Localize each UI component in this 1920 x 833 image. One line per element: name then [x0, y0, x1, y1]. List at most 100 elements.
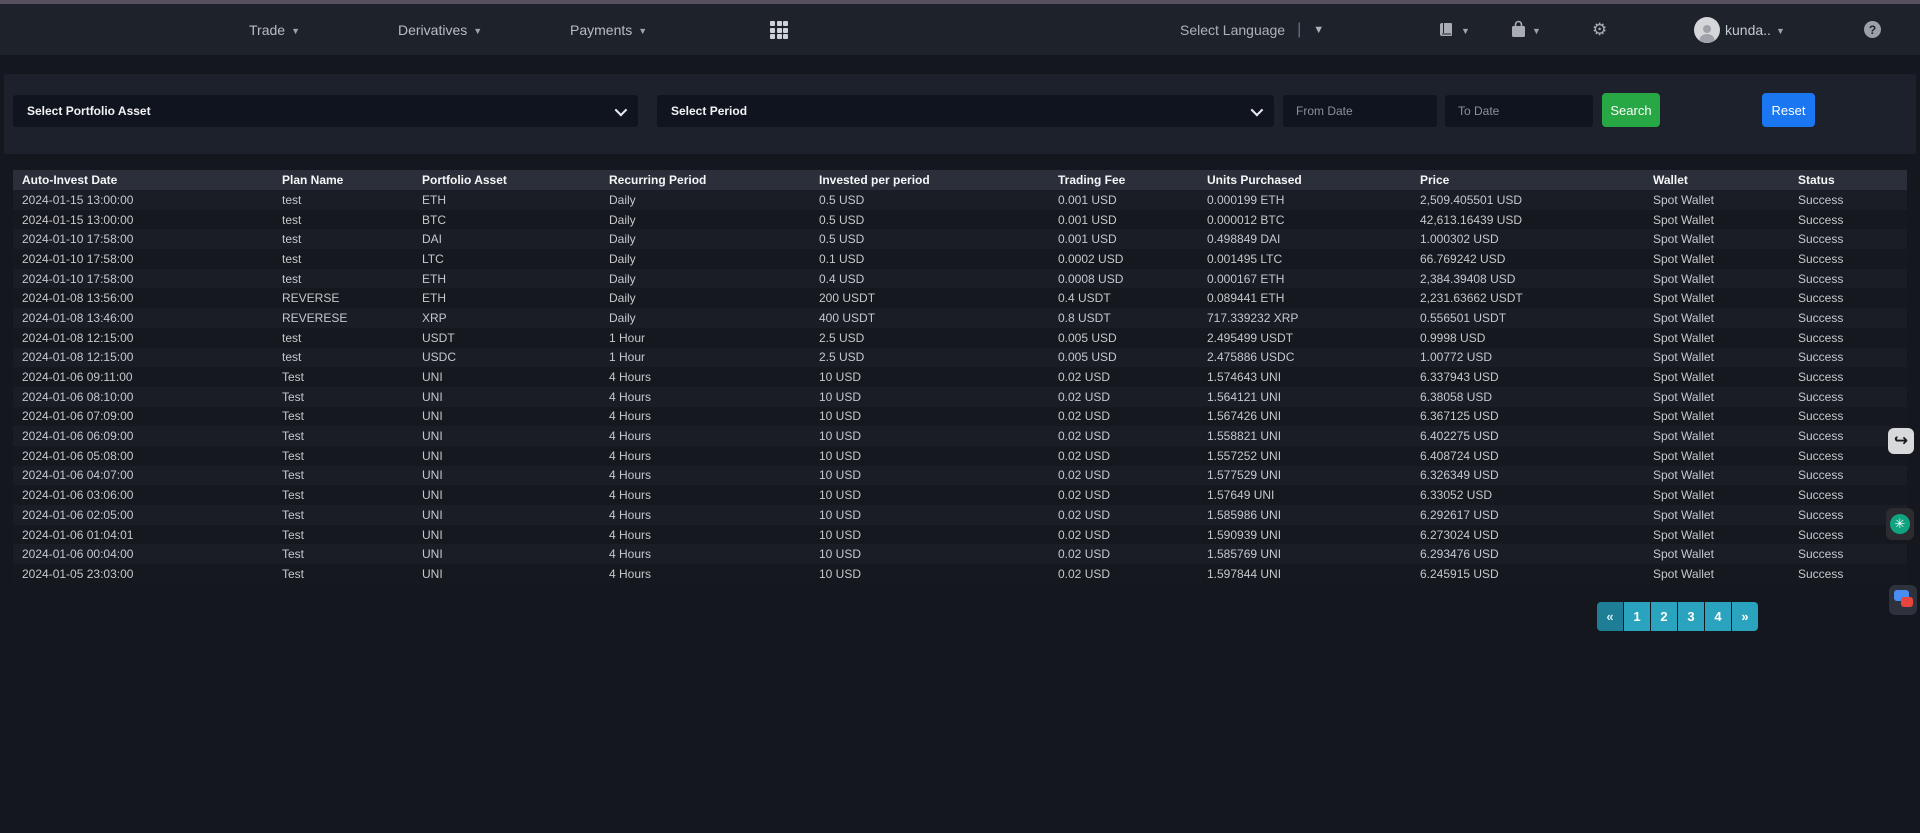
- table-cell: 2.5 USD: [810, 331, 1049, 345]
- table-row: 2024-01-06 08:10:00TestUNI4 Hours10 USD0…: [13, 387, 1907, 407]
- settings-button[interactable]: ⚙: [1592, 4, 1607, 55]
- table-cell: 2,509.405501 USD: [1411, 193, 1644, 207]
- table-cell: 42,613.16439 USD: [1411, 213, 1644, 227]
- table-row: 2024-01-06 05:08:00TestUNI4 Hours10 USD0…: [13, 446, 1907, 466]
- table-cell: 0.5 USD: [810, 193, 1049, 207]
- chevron-down-icon: ▼: [1532, 26, 1541, 36]
- table-cell: 6.337943 USD: [1411, 370, 1644, 384]
- pagination-next-button[interactable]: »: [1732, 602, 1758, 631]
- nav-item-payments[interactable]: Payments ▼: [570, 4, 647, 55]
- from-date-input[interactable]: [1283, 95, 1437, 127]
- pagination-page-2[interactable]: 2: [1651, 602, 1677, 631]
- shopping-bag-icon: [1510, 20, 1527, 39]
- chat-bubbles-icon[interactable]: [1889, 585, 1917, 615]
- table-cell: 0.001 USD: [1049, 213, 1198, 227]
- table-cell: REVERSE: [273, 291, 413, 305]
- table-cell: 2024-01-05 23:03:00: [13, 567, 273, 581]
- table-cell: 4 Hours: [600, 528, 810, 542]
- chevron-down-icon: ▼: [473, 26, 482, 36]
- table-cell: Success: [1789, 350, 1907, 364]
- table-cell: Success: [1789, 488, 1907, 502]
- table-cell: 6.367125 USD: [1411, 409, 1644, 423]
- chevron-down-icon: ▼: [1776, 26, 1785, 36]
- table-cell: 0.498849 DAI: [1198, 232, 1411, 246]
- share-icon[interactable]: ↪: [1888, 428, 1914, 454]
- table-cell: UNI: [413, 488, 600, 502]
- reset-button[interactable]: Reset: [1762, 93, 1815, 127]
- table-cell: 0.0002 USD: [1049, 252, 1198, 266]
- pagination-page-4[interactable]: 4: [1705, 602, 1731, 631]
- table-cell: Daily: [600, 213, 810, 227]
- table-cell: 2024-01-06 04:07:00: [13, 468, 273, 482]
- table-cell: 200 USDT: [810, 291, 1049, 305]
- table-cell: 66.769242 USD: [1411, 252, 1644, 266]
- apps-grid-icon[interactable]: [770, 21, 790, 39]
- table-cell: Spot Wallet: [1644, 468, 1789, 482]
- table-cell: 1.585986 UNI: [1198, 508, 1411, 522]
- auto-invest-history-page: Trade ▼ Derivatives ▼ Payments ▼ Select …: [0, 0, 1920, 833]
- pagination: «1234»: [1597, 602, 1758, 631]
- table-cell: Spot Wallet: [1644, 488, 1789, 502]
- table-cell: 6.292617 USD: [1411, 508, 1644, 522]
- table-cell: Success: [1789, 252, 1907, 266]
- table-cell: 2024-01-08 12:15:00: [13, 350, 273, 364]
- table-cell: Spot Wallet: [1644, 449, 1789, 463]
- table-cell: 6.293476 USD: [1411, 547, 1644, 561]
- portfolio-asset-select[interactable]: Select Portfolio Asset: [13, 95, 638, 127]
- table-cell: 1.590939 UNI: [1198, 528, 1411, 542]
- table-cell: Success: [1789, 409, 1907, 423]
- table-cell: 2024-01-15 13:00:00: [13, 213, 273, 227]
- table-row: 2024-01-15 13:00:00testBTCDaily0.5 USD0.…: [13, 210, 1907, 230]
- table-cell: test: [273, 213, 413, 227]
- table-cell: 6.273024 USD: [1411, 528, 1644, 542]
- language-selector[interactable]: Select Language | ▼: [1180, 4, 1324, 55]
- book-menu[interactable]: ▼: [1438, 4, 1470, 55]
- table-row: 2024-01-08 13:46:00REVERESEXRPDaily400 U…: [13, 308, 1907, 328]
- table-cell: 2024-01-08 13:56:00: [13, 291, 273, 305]
- chatgpt-logo: ✳: [1890, 514, 1910, 534]
- table-cell: UNI: [413, 528, 600, 542]
- table-cell: LTC: [413, 252, 600, 266]
- table-cell: 0.556501 USDT: [1411, 311, 1644, 325]
- table-cell: UNI: [413, 547, 600, 561]
- chatgpt-icon[interactable]: ✳: [1886, 508, 1914, 540]
- table-cell: 0.005 USD: [1049, 350, 1198, 364]
- help-button[interactable]: ?: [1864, 4, 1881, 55]
- table-cell: 10 USD: [810, 409, 1049, 423]
- table-cell: 2024-01-06 05:08:00: [13, 449, 273, 463]
- to-date-input[interactable]: [1445, 95, 1593, 127]
- table-cell: ETH: [413, 291, 600, 305]
- orders-bag-menu[interactable]: ▼: [1510, 4, 1541, 55]
- table-cell: 0.02 USD: [1049, 409, 1198, 423]
- period-select[interactable]: Select Period: [657, 95, 1274, 127]
- nav-item-label: Payments: [570, 22, 632, 38]
- table-row: 2024-01-06 00:04:00TestUNI4 Hours10 USD0…: [13, 544, 1907, 564]
- nav-item-trade[interactable]: Trade ▼: [249, 4, 300, 55]
- pagination-page-1[interactable]: 1: [1624, 602, 1650, 631]
- pagination-page-3[interactable]: 3: [1678, 602, 1704, 631]
- search-button[interactable]: Search: [1602, 93, 1660, 127]
- table-cell: Success: [1789, 291, 1907, 305]
- table-cell: Spot Wallet: [1644, 528, 1789, 542]
- table-cell: Success: [1789, 232, 1907, 246]
- language-dropdown-icon: ▼: [1313, 24, 1324, 36]
- table-cell: REVERESE: [273, 311, 413, 325]
- table-cell: Spot Wallet: [1644, 311, 1789, 325]
- pagination-prev-button[interactable]: «: [1597, 602, 1623, 631]
- table-cell: ETH: [413, 272, 600, 286]
- table-cell: 1.00772 USD: [1411, 350, 1644, 364]
- book-icon: [1438, 21, 1456, 39]
- column-header: Invested per period: [810, 173, 1049, 187]
- table-cell: 2024-01-08 12:15:00: [13, 331, 273, 345]
- account-menu[interactable]: kunda.. ▼: [1694, 4, 1785, 55]
- table-cell: Test: [273, 528, 413, 542]
- table-cell: 6.326349 USD: [1411, 468, 1644, 482]
- table-cell: 2024-01-06 02:05:00: [13, 508, 273, 522]
- column-header: Recurring Period: [600, 173, 810, 187]
- table-row: 2024-01-10 17:58:00testLTCDaily0.1 USD0.…: [13, 249, 1907, 269]
- table-cell: 1.000302 USD: [1411, 232, 1644, 246]
- help-icon: ?: [1864, 21, 1881, 38]
- table-cell: Test: [273, 508, 413, 522]
- nav-item-derivatives[interactable]: Derivatives ▼: [398, 4, 482, 55]
- table-row: 2024-01-06 04:07:00TestUNI4 Hours10 USD0…: [13, 466, 1907, 486]
